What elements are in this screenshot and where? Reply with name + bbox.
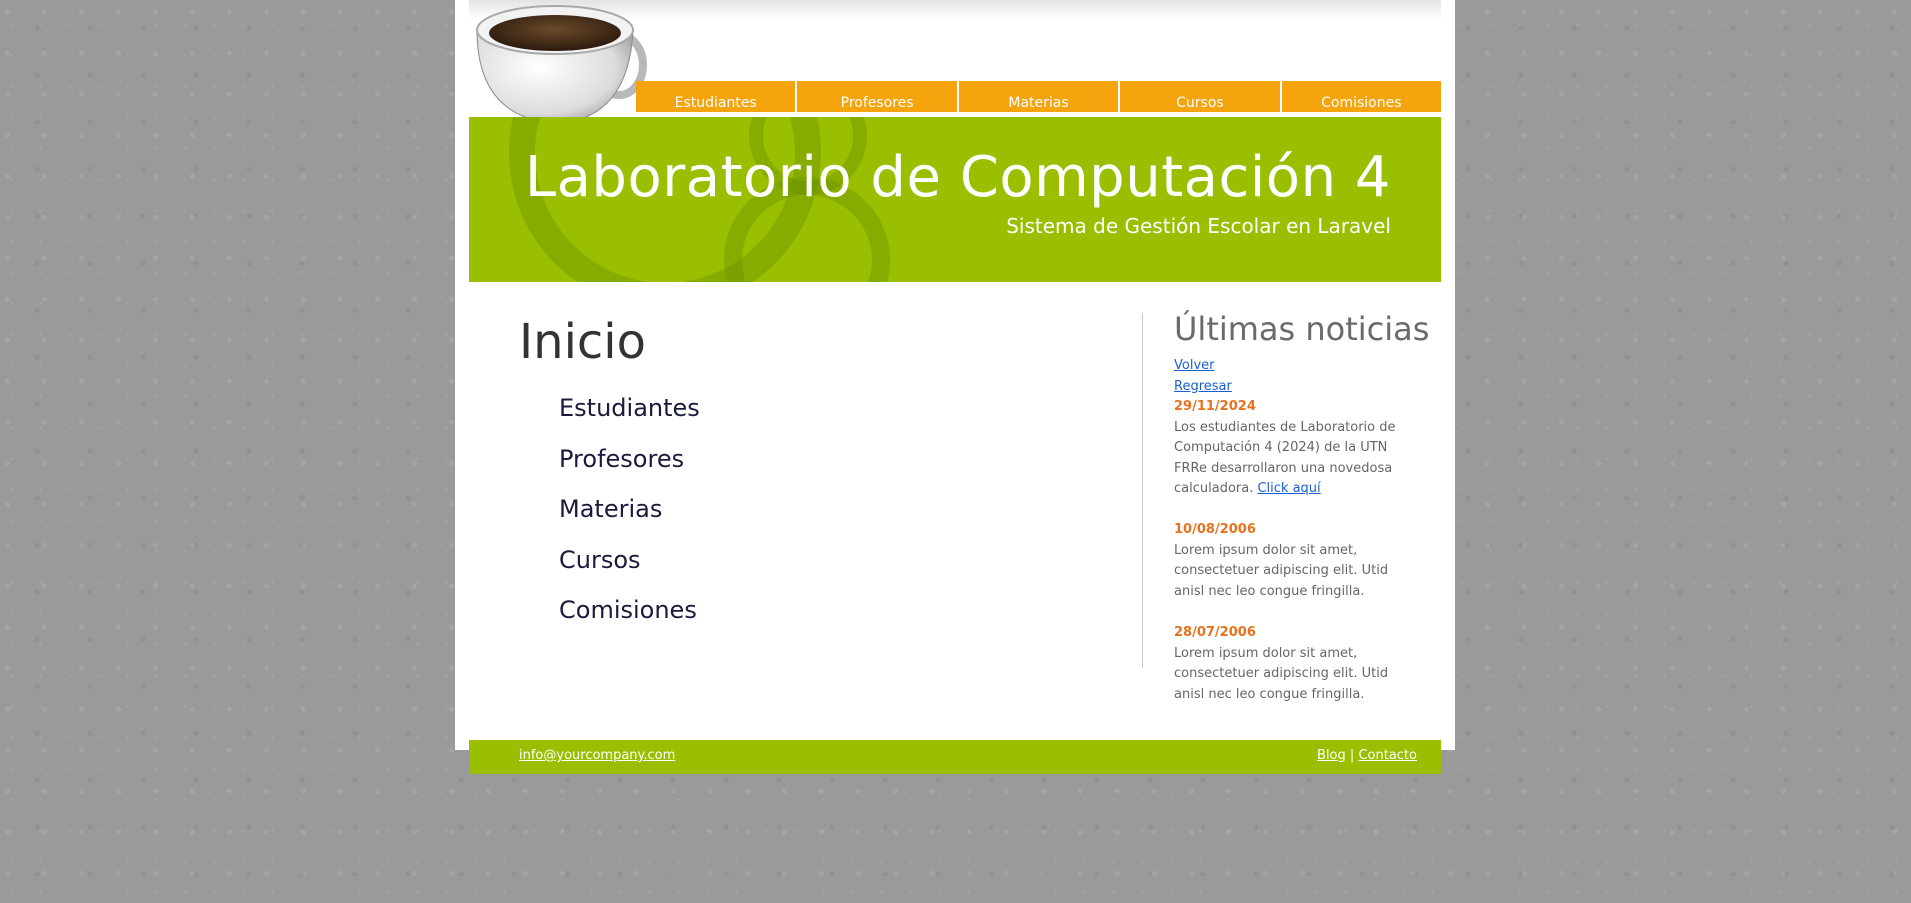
- page-container: Estudiantes Profesores Materias Cursos C…: [455, 0, 1455, 774]
- footer-blog-link[interactable]: Blog: [1317, 748, 1346, 763]
- column-divider: [1142, 313, 1143, 668]
- news-date: 29/11/2024: [1174, 399, 1256, 414]
- news-item: 29/11/2024 Los estudiantes de Laboratori…: [1174, 397, 1404, 500]
- link-profesores[interactable]: Profesores: [559, 441, 700, 492]
- main-nav: Estudiantes Profesores Materias Cursos C…: [636, 81, 1442, 112]
- news-title: Últimas noticias: [1174, 310, 1430, 348]
- main-link-list: Estudiantes Profesores Materias Cursos C…: [559, 390, 700, 643]
- footer: info@yourcompany.com Blog | Contacto: [469, 740, 1441, 774]
- news-item: 10/08/2006 Lorem ipsum dolor sit amet, c…: [1174, 520, 1404, 602]
- footer-email-link[interactable]: info@yourcompany.com: [519, 748, 675, 763]
- news-text: Lorem ipsum dolor sit amet, consectetuer…: [1174, 645, 1389, 702]
- nav-item-cursos[interactable]: Cursos: [1118, 81, 1280, 112]
- nav-item-estudiantes[interactable]: Estudiantes: [636, 81, 796, 112]
- news-sidebar: Últimas noticias Volver Regresar 29/11/2…: [1174, 310, 1430, 726]
- footer-links: Blog | Contacto: [1317, 748, 1417, 763]
- news-text: Lorem ipsum dolor sit amet, consectetuer…: [1174, 542, 1389, 600]
- link-cursos[interactable]: Cursos: [559, 542, 700, 593]
- link-materias[interactable]: Materias: [559, 491, 700, 542]
- news-date: 10/08/2006: [1174, 522, 1256, 538]
- regresar-link[interactable]: Regresar: [1174, 377, 1404, 398]
- link-estudiantes[interactable]: Estudiantes: [559, 390, 700, 441]
- nav-item-profesores[interactable]: Profesores: [795, 81, 957, 112]
- link-comisiones[interactable]: Comisiones: [559, 592, 700, 643]
- site-title: Laboratorio de Computación 4: [524, 145, 1391, 210]
- news-click-link[interactable]: Click aquí: [1257, 481, 1320, 496]
- nav-item-comisiones[interactable]: Comisiones: [1279, 81, 1442, 112]
- site-subtitle: Sistema de Gestión Escolar en Laravel: [1006, 214, 1391, 238]
- footer-contact-link[interactable]: Contacto: [1358, 748, 1417, 763]
- coffee-cup-icon: [476, 5, 647, 125]
- footer-separator: |: [1349, 748, 1355, 763]
- nav-item-materias[interactable]: Materias: [956, 81, 1119, 112]
- news-text: Los estudiantes de Laboratorio de Comput…: [1174, 419, 1396, 497]
- volver-link[interactable]: Volver: [1174, 356, 1404, 377]
- header-banner: Laboratorio de Computación 4 Sistema de …: [469, 117, 1441, 282]
- page-title: Inicio: [519, 314, 647, 370]
- news-date: 28/07/2006: [1174, 625, 1256, 641]
- news-item: 28/07/2006 Lorem ipsum dolor sit amet, c…: [1174, 623, 1404, 705]
